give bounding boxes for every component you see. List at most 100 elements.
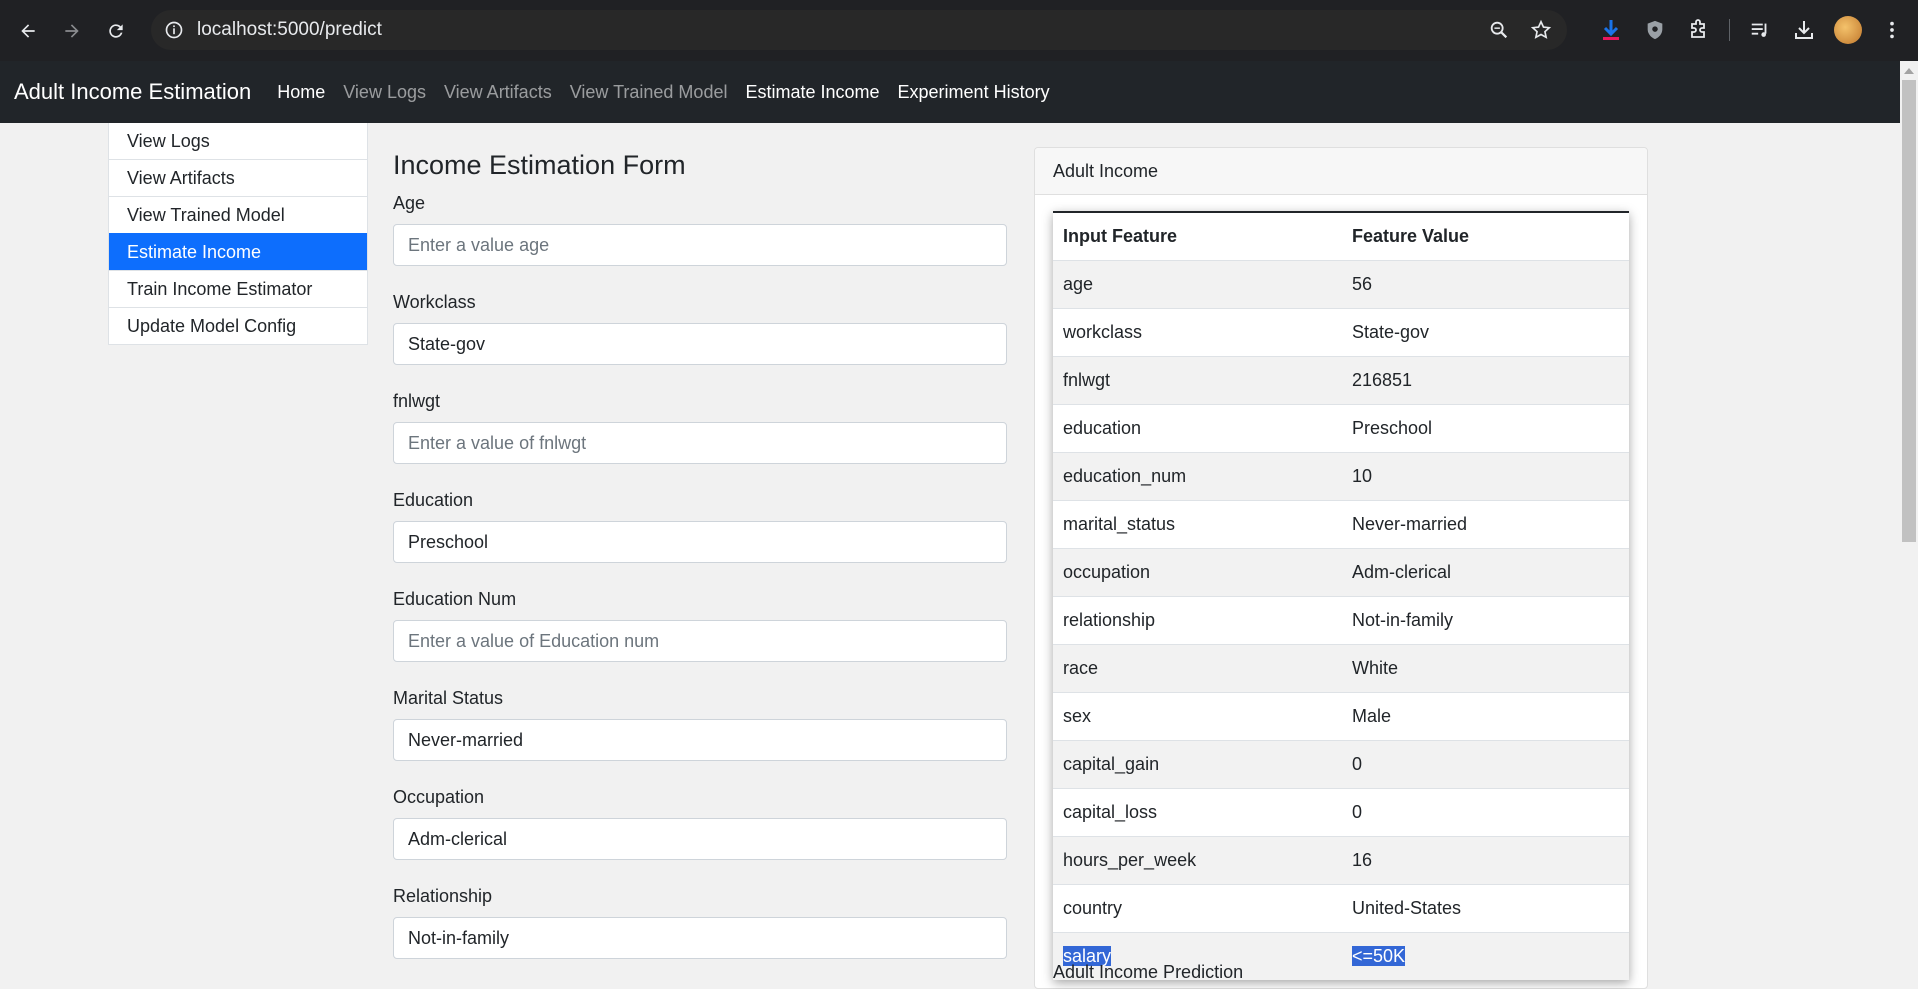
forward-button[interactable]: [54, 13, 90, 49]
table-row: education Preschool: [1053, 404, 1629, 453]
workclass-label: Workclass: [393, 292, 476, 312]
feature-name: relationship: [1053, 596, 1342, 645]
workclass-input[interactable]: [393, 323, 1007, 365]
feature-value: Never-married: [1342, 500, 1629, 549]
feature-value: Not-in-family: [1342, 596, 1629, 645]
education-input[interactable]: [393, 521, 1007, 563]
feature-name: hours_per_week: [1053, 836, 1342, 885]
feature-name: marital_status: [1053, 500, 1342, 549]
feature-value: 10: [1342, 452, 1629, 501]
marital-status-input[interactable]: [393, 719, 1007, 761]
age-label: Age: [393, 193, 426, 213]
table-row: relationship Not-in-family: [1053, 596, 1629, 645]
scroll-up-arrow-icon[interactable]: [1904, 68, 1914, 74]
education-label: Education: [393, 490, 474, 510]
feature-name: race: [1053, 644, 1342, 693]
feature-name: education_num: [1053, 452, 1342, 501]
sidebar-item-update-model-config[interactable]: Update Model Config: [109, 307, 367, 344]
adult-income-card: Adult Income Input Feature Feature Value…: [1034, 147, 1648, 989]
table-row: hours_per_week 16: [1053, 836, 1629, 885]
table-row: age 56: [1053, 260, 1629, 309]
feature-value: State-gov: [1342, 308, 1629, 357]
reload-button[interactable]: [98, 13, 134, 49]
feature-value: 0: [1342, 740, 1629, 789]
card-header: Adult Income: [1035, 148, 1647, 195]
age-input[interactable]: [393, 224, 1007, 266]
feature-name: workclass: [1053, 308, 1342, 357]
zoom-icon[interactable]: [1487, 18, 1511, 42]
feature-name: capital_gain: [1053, 740, 1342, 789]
shield-extension-icon[interactable]: [1641, 16, 1669, 44]
feature-value: 216851: [1342, 356, 1629, 405]
feature-value: White: [1342, 644, 1629, 693]
selected-text: <=50K: [1352, 946, 1406, 966]
salary-feature-value: <=50K: [1342, 932, 1629, 980]
sidebar-item-view-logs[interactable]: View Logs: [109, 123, 367, 159]
download-extension-icon[interactable]: [1597, 16, 1625, 44]
nav-link-view-artifacts[interactable]: View Artifacts: [444, 82, 552, 103]
bookmark-star-icon[interactable]: [1529, 18, 1553, 42]
nav-link-home[interactable]: Home: [277, 82, 325, 103]
reload-icon: [109, 23, 123, 38]
education-num-label: Education Num: [393, 589, 517, 609]
url-text[interactable]: localhost:5000/predict: [197, 19, 382, 41]
feature-value: 16: [1342, 836, 1629, 885]
table-row: capital_gain 0: [1053, 740, 1629, 789]
back-button[interactable]: [10, 13, 46, 49]
menu-kebab-icon[interactable]: [1878, 16, 1906, 44]
media-queue-icon[interactable]: [1746, 16, 1774, 44]
back-arrow-icon: [21, 23, 35, 38]
table-row: capital_loss 0: [1053, 788, 1629, 837]
nav-link-estimate-income[interactable]: Estimate Income: [745, 82, 879, 103]
table-row: occupation Adm-clerical: [1053, 548, 1629, 597]
nav-link-experiment-history[interactable]: Experiment History: [898, 82, 1050, 103]
nav-link-view-logs[interactable]: View Logs: [343, 82, 426, 103]
occupation-label: Occupation: [393, 787, 485, 807]
prediction-heading: Adult Income Prediction: [1053, 962, 1244, 982]
sidebar-item-train-income-estimator[interactable]: Train Income Estimator: [109, 270, 367, 307]
feature-name: occupation: [1053, 548, 1342, 597]
occupation-input[interactable]: [393, 818, 1007, 860]
table-row: workclass State-gov: [1053, 308, 1629, 357]
feature-table-wrapper: Input Feature Feature Value age 56 workcl…: [1053, 211, 1629, 980]
feature-value: Male: [1342, 692, 1629, 741]
column-header: Feature Value: [1342, 212, 1629, 261]
sidebar-item-view-trained-model[interactable]: View Trained Model: [109, 196, 367, 233]
sidebar-item-estimate-income[interactable]: Estimate Income: [109, 233, 367, 270]
navbar-brand[interactable]: Adult Income Estimation: [14, 79, 251, 105]
table-row: race White: [1053, 644, 1629, 693]
income-estimation-form: Income Estimation Form Age Workclass fnl…: [393, 150, 1007, 985]
toolbar-separator: [1729, 19, 1730, 41]
profile-avatar[interactable]: [1834, 16, 1862, 44]
fnlwgt-label: fnlwgt: [393, 391, 441, 411]
feature-value: United-States: [1342, 884, 1629, 933]
browser-toolbar: localhost:5000/predict: [0, 0, 1918, 61]
address-bar[interactable]: localhost:5000/predict: [151, 10, 1567, 50]
table-row: education_num 10: [1053, 452, 1629, 501]
relationship-label: Relationship: [393, 886, 493, 906]
sidebar-item-view-artifacts[interactable]: View Artifacts: [109, 159, 367, 196]
feature-name: fnlwgt: [1053, 356, 1342, 405]
feature-value: 56: [1342, 260, 1629, 309]
nav-link-view-trained-model[interactable]: View Trained Model: [570, 82, 728, 103]
table-row: sex Male: [1053, 692, 1629, 741]
site-info-icon[interactable]: [163, 19, 185, 41]
feature-value: Adm-clerical: [1342, 548, 1629, 597]
education-num-input[interactable]: [393, 620, 1007, 662]
extensions-puzzle-icon[interactable]: [1685, 16, 1713, 44]
feature-name: capital_loss: [1053, 788, 1342, 837]
relationship-input[interactable]: [393, 917, 1007, 959]
scrollbar-thumb[interactable]: [1902, 80, 1916, 542]
feature-name: age: [1053, 260, 1342, 309]
feature-value: Preschool: [1342, 404, 1629, 453]
table-row: fnlwgt 216851: [1053, 356, 1629, 405]
forward-arrow-icon: [65, 23, 79, 38]
feature-table: Input Feature Feature Value age 56 workcl…: [1053, 211, 1629, 980]
column-header: Input Feature: [1053, 212, 1342, 261]
marital-status-label: Marital Status: [393, 688, 504, 708]
feature-name: education: [1053, 404, 1342, 453]
table-header-row: Input Feature Feature Value: [1053, 212, 1629, 261]
downloads-icon[interactable]: [1790, 16, 1818, 44]
feature-name: country: [1053, 884, 1342, 933]
fnlwgt-input[interactable]: [393, 422, 1007, 464]
